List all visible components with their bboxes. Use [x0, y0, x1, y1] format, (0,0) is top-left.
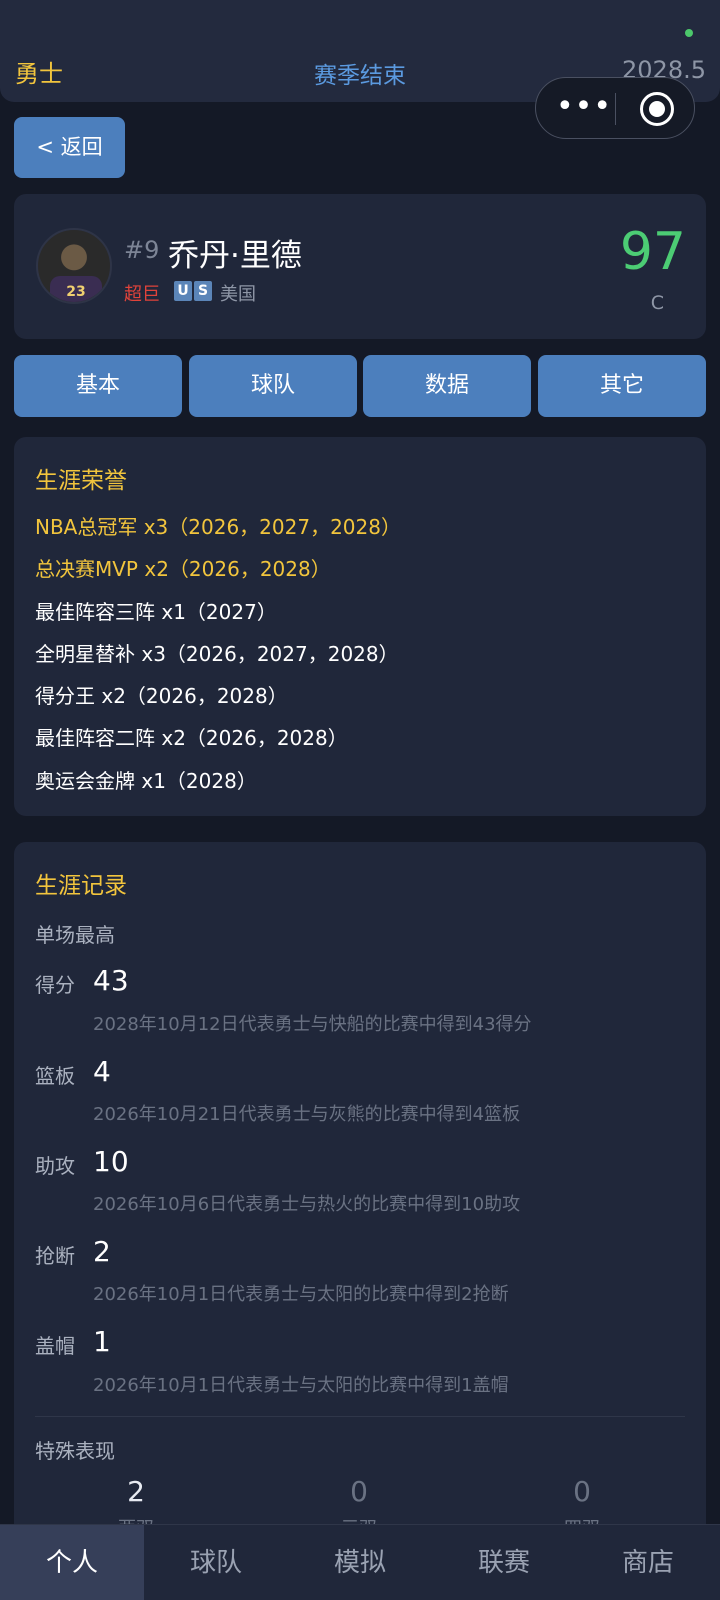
record-description: 2026年10月1日代表勇士与太阳的比赛中得到1盖帽 — [93, 1375, 509, 1396]
career-records-card: 生涯记录 单场最高 得分 43 2028年10月12日代表勇士与快船的比赛中得到… — [14, 842, 706, 1542]
back-button[interactable]: < 返回 — [14, 117, 125, 178]
record-value: 4 — [93, 1055, 111, 1088]
nav-item-league[interactable]: 联赛 — [432, 1525, 576, 1600]
record-description: 2026年10月1日代表勇士与太阳的比赛中得到2抢断 — [93, 1284, 509, 1305]
record-label: 助攻 — [35, 1154, 75, 1178]
record-value: 43 — [93, 964, 129, 997]
honor-item: 得分王 x2（2026，2028） — [35, 684, 288, 708]
special-stat-value: 0 — [350, 1475, 368, 1508]
nav-item-simulate[interactable]: 模拟 — [288, 1525, 432, 1600]
avatar-jersey-number: 23 — [66, 284, 86, 300]
player-country: 美国 — [220, 284, 256, 305]
player-card: 23 #9 乔丹·里德 超巨 U S 美国 97 C — [14, 194, 706, 339]
avatar: 23 — [36, 228, 112, 304]
special-stat-value: 0 — [573, 1475, 591, 1508]
nav-item-shop[interactable]: 商店 — [576, 1525, 720, 1600]
player-number: #9 — [124, 236, 160, 264]
record-value: 1 — [93, 1325, 111, 1358]
status-dot-icon — [685, 29, 693, 37]
player-rating: 97 — [619, 222, 686, 282]
nav-item-team[interactable]: 球队 — [144, 1525, 288, 1600]
record-description: 2028年10月12日代表勇士与快船的比赛中得到43得分 — [93, 1014, 532, 1035]
player-position: C — [650, 292, 664, 314]
honor-item: NBA总冠军 x3（2026，2027，2028） — [35, 515, 401, 539]
record-value: 2 — [93, 1235, 111, 1268]
honor-item: 最佳阵容三阵 x1（2027） — [35, 600, 277, 624]
capsule-divider — [615, 93, 616, 125]
tab-team[interactable]: 球队 — [189, 355, 357, 417]
honor-item: 奥运会金牌 x1（2028） — [35, 769, 257, 793]
mini-program-capsule: ••• — [535, 77, 695, 139]
record-description: 2026年10月21日代表勇士与灰熊的比赛中得到4篮板 — [93, 1104, 521, 1125]
bottom-nav: 个人 球队 模拟 联赛 商店 — [0, 1524, 720, 1600]
tab-basic[interactable]: 基本 — [14, 355, 182, 417]
flag-letter: U — [174, 281, 192, 301]
record-label: 抢断 — [35, 1244, 75, 1268]
single-game-title: 单场最高 — [35, 923, 115, 947]
honor-item: 最佳阵容二阵 x2（2026，2028） — [35, 726, 348, 750]
record-label: 篮板 — [35, 1064, 75, 1088]
player-tier-badge: 超巨 — [124, 284, 160, 305]
record-value: 10 — [93, 1145, 129, 1178]
section-divider — [35, 1416, 685, 1417]
records-title: 生涯记录 — [35, 873, 127, 899]
honor-item: 全明星替补 x3（2026，2027，2028） — [35, 642, 399, 666]
special-stat-value: 2 — [127, 1475, 145, 1508]
nav-item-personal[interactable]: 个人 — [0, 1525, 144, 1600]
honor-item: 总决赛MVP x2（2026，2028） — [35, 557, 331, 581]
target-close-icon[interactable] — [640, 92, 674, 126]
record-label: 盖帽 — [35, 1334, 75, 1358]
player-name: 乔丹·里德 — [168, 238, 302, 274]
special-performance-title: 特殊表现 — [35, 1439, 115, 1463]
record-description: 2026年10月6日代表勇士与热火的比赛中得到10助攻 — [93, 1194, 521, 1215]
honors-title: 生涯荣誉 — [35, 468, 127, 494]
country-flag-icon: U S — [174, 281, 212, 303]
tab-other[interactable]: 其它 — [538, 355, 706, 417]
record-label: 得分 — [35, 973, 75, 997]
more-dots-icon[interactable]: ••• — [554, 92, 614, 124]
tab-stats[interactable]: 数据 — [363, 355, 531, 417]
flag-letter: S — [194, 281, 212, 301]
career-honors-card: 生涯荣誉 NBA总冠军 x3（2026，2027，2028） 总决赛MVP x2… — [14, 437, 706, 816]
